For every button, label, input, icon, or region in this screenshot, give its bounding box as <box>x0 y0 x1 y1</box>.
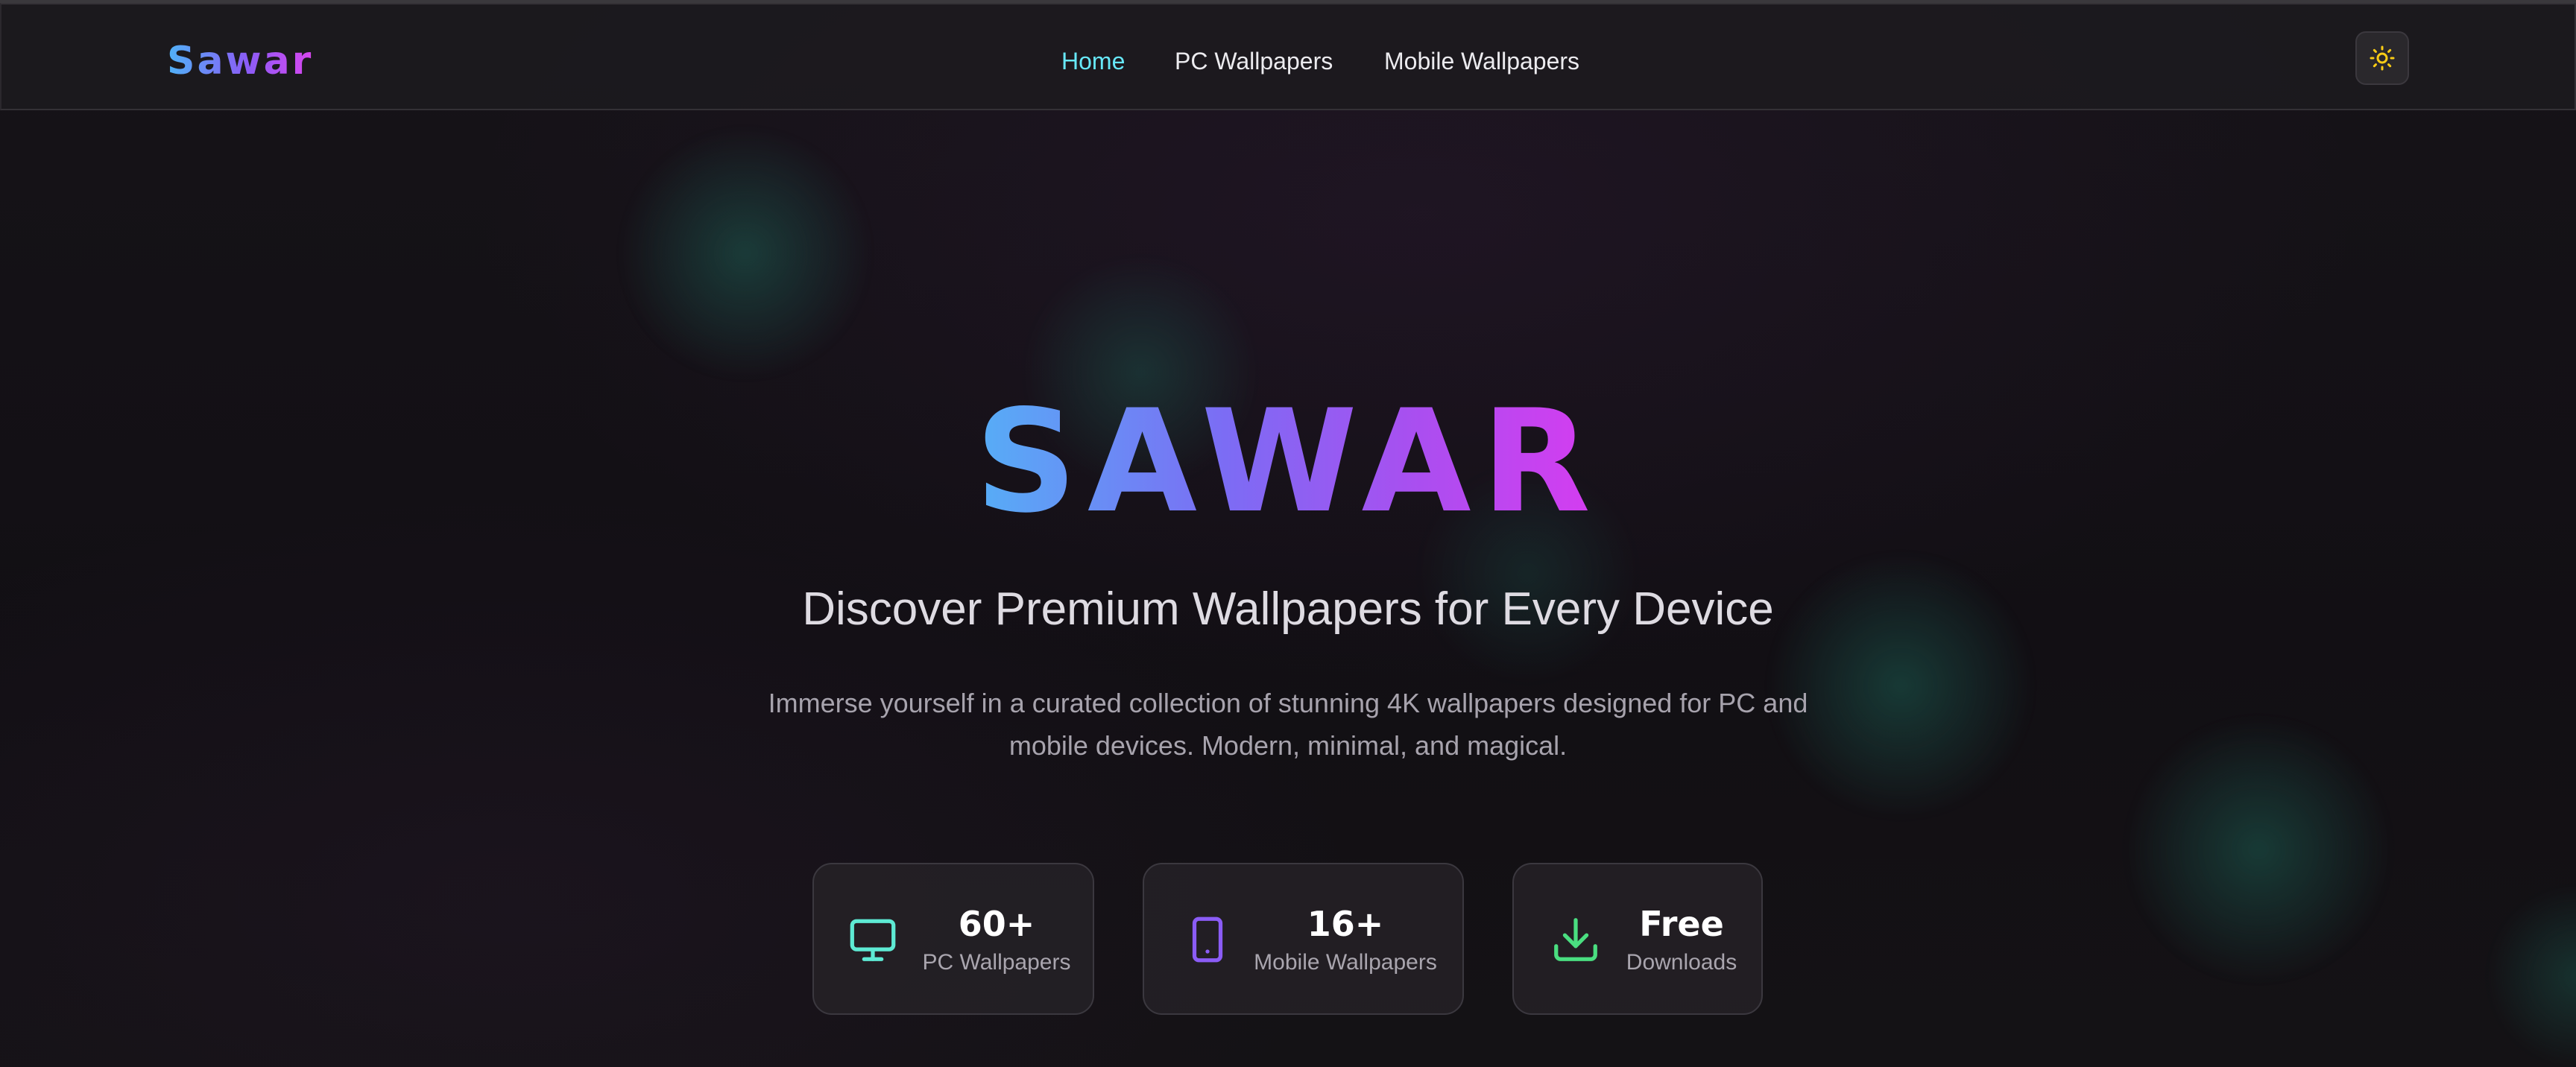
smartphone-icon <box>1192 916 1223 963</box>
nav-mobile-wallpapers[interactable]: Mobile Wallpapers <box>1384 43 1579 79</box>
site-header: Sawar Home PC Wallpapers Mobile Wallpape… <box>0 3 2576 110</box>
background-glow-orb <box>619 127 872 380</box>
stat-card-mobile: 16+ Mobile Wallpapers <box>1143 863 1464 1015</box>
nav-home[interactable]: Home <box>1061 43 1125 79</box>
hero-title: SAWAR <box>0 387 2576 536</box>
stat-card-downloads: Free Downloads <box>1512 863 1763 1015</box>
stat-label: PC Wallpapers <box>922 950 1071 975</box>
hero-tagline: Discover Premium Wallpapers for Every De… <box>802 583 1774 635</box>
download-icon <box>1554 918 1597 961</box>
stat-value: 16+ <box>1307 904 1384 944</box>
hero-title-text: SAWAR <box>975 379 1601 544</box>
nav-pc-wallpapers[interactable]: PC Wallpapers <box>1175 43 1333 79</box>
hero-description: Immerse yourself in a curated collection… <box>768 688 1808 761</box>
stat-label: Mobile Wallpapers <box>1254 950 1437 975</box>
main-nav: Home PC Wallpapers Mobile Wallpapers <box>1 43 2576 79</box>
stat-card-pc: 60+ PC Wallpapers <box>812 863 1094 1015</box>
sun-icon <box>2370 45 2395 71</box>
background-glow-orb <box>2124 715 2393 984</box>
theme-toggle-button[interactable] <box>2355 31 2409 85</box>
stat-label: Downloads <box>1626 950 1737 975</box>
monitor-icon <box>850 919 896 961</box>
stat-value: 60+ <box>958 904 1035 944</box>
stat-value: Free <box>1639 904 1724 944</box>
